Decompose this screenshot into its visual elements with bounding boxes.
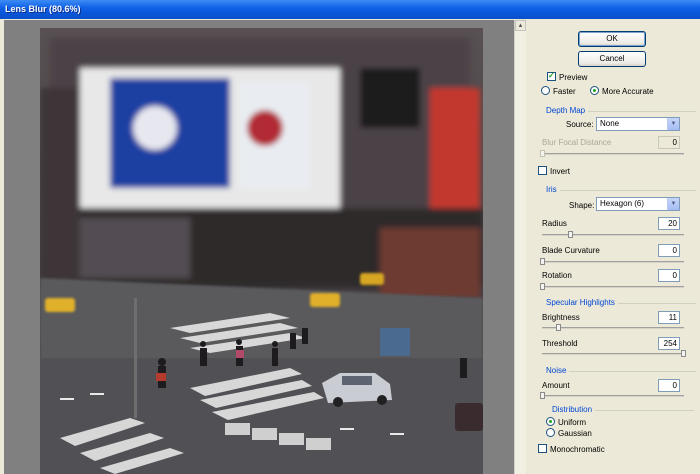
source-value: None (600, 119, 620, 128)
faster-radio-row[interactable]: Faster (541, 86, 576, 98)
invert-label: Invert (550, 167, 571, 176)
more-accurate-label: More Accurate (602, 87, 654, 96)
rotation-label: Rotation (542, 271, 572, 280)
preview-label: Preview (559, 73, 588, 82)
uniform-label: Uniform (558, 418, 587, 427)
window-title: Lens Blur (80.6%) (5, 4, 81, 14)
depth-map-group-title: Depth Map (538, 106, 696, 116)
slider-thumb (540, 150, 545, 157)
blade-curvature-input[interactable]: 0 (658, 244, 680, 257)
faster-label: Faster (553, 87, 576, 96)
threshold-label: Threshold (542, 339, 578, 348)
radius-slider[interactable] (542, 231, 684, 238)
slider-thumb[interactable] (540, 283, 545, 290)
slider-thumb[interactable] (555, 324, 561, 331)
gaussian-label: Gaussian (558, 429, 592, 438)
threshold-input[interactable]: 254 (658, 337, 680, 350)
brightness-input[interactable]: 11 (658, 311, 680, 324)
preview-image (40, 28, 483, 474)
rotation-slider[interactable] (540, 283, 684, 290)
iris-group-title: Iris (538, 185, 696, 195)
preview-checkbox[interactable] (547, 70, 556, 82)
slider-thumb[interactable] (568, 231, 574, 238)
cancel-button[interactable]: Cancel (578, 51, 646, 67)
threshold-slider[interactable] (542, 350, 686, 357)
gaussian-radio[interactable] (546, 428, 555, 437)
monochromatic-checkbox-row[interactable]: Monochromatic (538, 444, 605, 456)
rotation-input[interactable]: 0 (658, 269, 680, 282)
brightness-label: Brightness (542, 313, 580, 322)
ok-button[interactable]: OK (578, 31, 646, 47)
blur-focal-distance-slider (540, 150, 684, 157)
preview-area[interactable] (4, 20, 514, 474)
monochromatic-checkbox[interactable] (538, 444, 547, 453)
chevron-down-icon[interactable]: ▼ (667, 118, 679, 130)
invert-checkbox-row[interactable]: Invert (538, 166, 570, 178)
gaussian-radio-row[interactable]: Gaussian (546, 428, 592, 440)
settings-panel: OK Cancel Preview Faster More Accurate D… (530, 20, 700, 474)
radius-input[interactable]: 20 (658, 217, 680, 230)
preview-checkbox-row[interactable]: Preview (547, 70, 588, 84)
blur-focal-distance-label: Blur Focal Distance (542, 138, 612, 147)
scroll-up-arrow-icon[interactable]: ▲ (515, 20, 526, 31)
slider-thumb[interactable] (680, 350, 686, 357)
more-accurate-radio[interactable] (590, 86, 599, 95)
shape-value: Hexagon (6) (600, 199, 645, 208)
source-select[interactable]: None ▼ (596, 117, 680, 131)
chevron-down-icon[interactable]: ▼ (667, 198, 679, 210)
faster-radio[interactable] (541, 86, 550, 95)
amount-slider[interactable] (540, 392, 684, 399)
more-accurate-radio-row[interactable]: More Accurate (590, 86, 654, 98)
radius-label: Radius (542, 219, 567, 228)
blade-curvature-slider[interactable] (540, 258, 684, 265)
shape-select[interactable]: Hexagon (6) ▼ (596, 197, 680, 211)
noise-group-title: Noise (538, 366, 696, 376)
window-title-bar[interactable]: Lens Blur (80.6%) (0, 0, 700, 19)
brightness-slider[interactable] (542, 324, 684, 331)
monochromatic-label: Monochromatic (550, 445, 605, 454)
uniform-radio[interactable] (546, 417, 555, 426)
shape-label: Shape: (569, 201, 595, 210)
distribution-group-title: Distribution (544, 405, 694, 415)
vertical-scrollbar[interactable]: ▲ (514, 20, 526, 474)
slider-thumb[interactable] (540, 392, 545, 399)
blur-focal-distance-input: 0 (658, 136, 680, 149)
amount-label: Amount (542, 381, 570, 390)
specular-highlights-group-title: Specular Highlights (538, 298, 696, 308)
blade-curvature-label: Blade Curvature (542, 246, 600, 255)
slider-thumb[interactable] (540, 258, 545, 265)
source-label: Source: (566, 120, 594, 129)
invert-checkbox[interactable] (538, 166, 547, 175)
amount-input[interactable]: 0 (658, 379, 680, 392)
